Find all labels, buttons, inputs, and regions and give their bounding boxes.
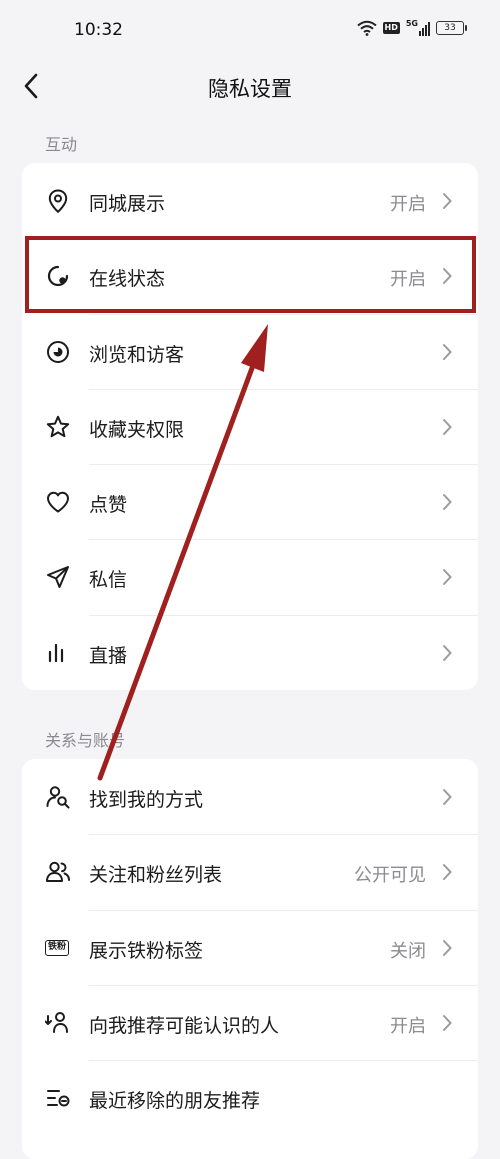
status-bar: 10:32 HD 5G 33 [0,0,500,62]
removed-list-icon [45,1085,71,1111]
status-time: 10:32 [74,20,123,40]
star-icon [45,414,71,440]
find-user-icon [45,784,71,810]
setting-row-likes[interactable]: 点赞 [22,464,478,539]
setting-row-favorites-permission[interactable]: 收藏夹权限 [22,388,478,464]
setting-row-online-status[interactable]: 在线状态 开启 [22,238,478,313]
setting-label: 同城展示 [89,193,166,215]
chevron-right-icon [443,268,452,285]
setting-label: 浏览和访客 [89,343,185,366]
heart-icon [45,489,71,515]
setting-row-follow-and-fans-list[interactable]: 关注和粉丝列表 公开可见 [22,834,478,909]
setting-label: 收藏夹权限 [89,418,185,441]
eye-icon [45,339,71,365]
setting-label: 找到我的方式 [89,789,204,811]
setting-label: 点赞 [89,494,128,517]
live-bars-icon [45,640,71,666]
online-status-icon [45,263,71,289]
setting-label: 在线状态 [89,268,166,291]
fan-badge-text: 铁粉 [45,939,69,956]
setting-row-recently-removed-friend-recommendations[interactable]: 最近移除的朋友推荐 [22,1060,478,1135]
location-pin-icon [45,188,71,214]
page-title: 隐私设置 [208,77,292,101]
battery-icon: 33 [436,21,467,35]
setting-value: 开启 [390,194,426,215]
setting-label: 向我推荐可能认识的人 [89,1014,280,1037]
relations-account-card: 找到我的方式 关注和粉丝列表 公开可见 铁粉 展示铁粉标签 关闭 向我推荐可能认… [22,759,478,1159]
setting-label: 私信 [89,569,128,592]
setting-label: 最近移除的朋友推荐 [89,1090,261,1113]
cellular-signal-icon: 5G [406,20,430,36]
setting-value: 开启 [390,1015,426,1037]
status-icons: HD 5G 33 [356,20,467,36]
nav-bar: 隐私设置 [0,62,500,112]
chevron-right-icon [443,343,452,360]
setting-label: 直播 [89,644,128,667]
chevron-right-icon [443,418,452,435]
setting-row-find-me[interactable]: 找到我的方式 [22,759,478,834]
chevron-right-icon [443,644,452,661]
users-icon [45,859,71,885]
setting-row-show-fan-badge[interactable]: 铁粉 展示铁粉标签 关闭 [22,909,478,985]
chevron-right-icon [443,193,452,209]
section-label-interaction: 互动 [45,135,78,154]
chevron-right-icon [443,939,452,956]
chevron-right-icon [443,789,452,805]
chevron-right-icon [443,1014,452,1031]
setting-row-same-city-display[interactable]: 同城展示 开启 [22,163,478,238]
wifi-icon [356,20,377,36]
setting-value: 关闭 [390,940,426,962]
setting-value: 公开可见 [354,865,426,887]
setting-row-recommend-people-you-may-know[interactable]: 向我推荐可能认识的人 开启 [22,984,478,1060]
chevron-right-icon [443,494,452,511]
setting-row-live-stream[interactable]: 直播 [22,614,478,690]
section-label-relations-account: 关系与账号 [45,731,126,750]
fan-badge-icon: 铁粉 [45,935,71,961]
network-type-label: 5G [405,19,418,28]
hd-badge: HD [382,22,400,34]
setting-row-private-message[interactable]: 私信 [22,539,478,614]
paper-plane-icon [45,564,71,590]
setting-row-browse-and-visitors[interactable]: 浏览和访客 [22,313,478,389]
setting-value: 开启 [390,269,426,291]
chevron-right-icon [443,569,452,586]
recommend-user-icon [45,1010,71,1036]
setting-label: 关注和粉丝列表 [89,864,223,887]
interaction-settings-card: 同城展示 开启 在线状态 开启 浏览和访客 收藏夹权限 点赞 私信 直播 [22,163,478,690]
setting-label: 展示铁粉标签 [89,939,204,962]
chevron-right-icon [443,864,452,881]
